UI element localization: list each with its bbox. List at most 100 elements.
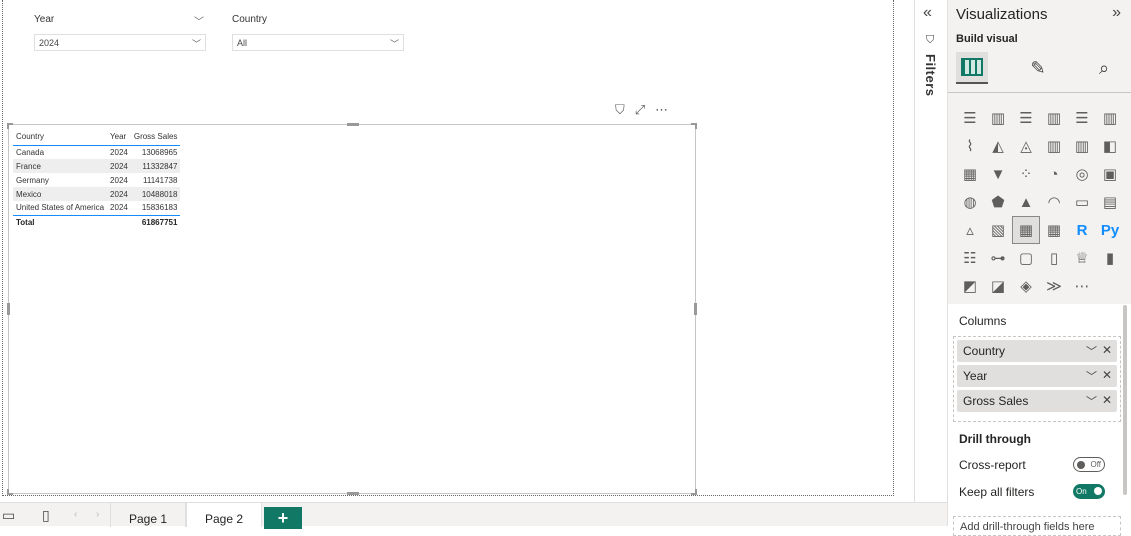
line-chart-icon[interactable]: ⌇ (956, 132, 984, 160)
arcgis-icon[interactable]: ≫ (1040, 272, 1068, 300)
column-header-year[interactable]: Year (107, 129, 131, 146)
column-header-country[interactable]: Country (13, 129, 108, 146)
100-column-icon[interactable]: ▥ (1096, 104, 1124, 132)
funnel-icon[interactable]: ▼ (984, 160, 1012, 188)
close-icon[interactable]: ✕ (1102, 393, 1112, 407)
resize-handle-top[interactable] (347, 123, 359, 126)
toggle-knob (1077, 461, 1085, 469)
azure-map-icon[interactable]: ▲ (1012, 188, 1040, 216)
key-influencers-icon[interactable]: ☷ (956, 244, 984, 272)
matrix-icon[interactable]: ▦ (1040, 216, 1068, 244)
resize-handle-left[interactable] (7, 303, 10, 315)
power-bi-icon[interactable]: ◈ (1012, 272, 1040, 300)
column-header-gross-sales[interactable]: Gross Sales (130, 129, 181, 146)
chevron-down-icon[interactable]: ﹀ (1086, 343, 1097, 359)
power-apps-icon[interactable]: ◩ (956, 272, 984, 300)
table-visual[interactable]: Country Year Gross Sales Canada 2024 130… (7, 123, 697, 495)
page-tab-page-1[interactable]: Page 1 (110, 503, 186, 527)
python-visual-icon[interactable]: Py (1096, 216, 1124, 244)
drill-through-well[interactable]: Add drill-through fields here (953, 516, 1121, 536)
chevron-down-icon: ﹀ (389, 39, 399, 49)
waterfall-icon[interactable]: ▦ (956, 160, 984, 188)
cross-report-toggle[interactable]: Off (1073, 457, 1105, 472)
stacked-area-icon[interactable]: ◬ (1012, 132, 1040, 160)
format-visual-tab[interactable]: ✎ (1022, 52, 1054, 84)
visual-mode-tabs: ✎ ⌕ (956, 52, 1126, 84)
more-options-icon[interactable]: ⋯ (655, 102, 668, 118)
paginated-report-icon[interactable]: ▮ (1096, 244, 1124, 272)
ribbon-chart-icon[interactable]: ◧ (1096, 132, 1124, 160)
map-icon[interactable]: ◍ (956, 188, 984, 216)
toggle-state: Off (1090, 460, 1101, 469)
field-pill-country[interactable]: Country ﹀ ✕ (957, 340, 1117, 362)
scatter-icon[interactable]: ⁘ (1012, 160, 1040, 188)
treemap-icon[interactable]: ▣ (1096, 160, 1124, 188)
stacked-column-icon[interactable]: ▥ (984, 104, 1012, 132)
filter-icon[interactable]: ⛉ (615, 102, 625, 118)
chevron-down-icon[interactable]: ﹀ (1086, 368, 1097, 384)
previous-page-icon[interactable]: ‹ (74, 509, 77, 520)
year-slicer-label: Year (34, 14, 55, 25)
analytics-tab[interactable]: ⌕ (1088, 52, 1120, 84)
columns-well[interactable]: Country ﹀ ✕ Year ﹀ ✕ Gross Sales ﹀ ✕ (953, 336, 1121, 422)
more-icon[interactable]: ⋯ (1068, 272, 1096, 300)
100-bar-icon[interactable]: ☰ (1068, 104, 1096, 132)
pie-icon[interactable]: ◔ (1040, 160, 1068, 188)
resize-handle-bottom-right[interactable] (691, 489, 697, 495)
filters-label[interactable]: Filters (923, 54, 938, 97)
resize-handle-right[interactable] (694, 303, 697, 315)
stacked-bar-icon[interactable]: ☰ (956, 104, 984, 132)
clustered-bar-icon[interactable]: ☰ (1012, 104, 1040, 132)
close-icon[interactable]: ✕ (1102, 343, 1112, 357)
cross-report-label: Cross-report (959, 458, 1026, 472)
resize-handle-top-right[interactable] (691, 123, 697, 129)
line-column-icon[interactable]: ▥ (1040, 132, 1068, 160)
year-slicer[interactable]: Year ﹀ 2024 ﹀ (34, 14, 206, 51)
clustered-column-icon[interactable]: ▥ (1040, 104, 1068, 132)
qa-icon[interactable]: ▢ (1012, 244, 1040, 272)
country-slicer-dropdown[interactable]: All ﹀ (232, 34, 404, 51)
build-visual-tab[interactable] (956, 52, 988, 84)
field-pill-gross-sales[interactable]: Gross Sales ﹀ ✕ (957, 390, 1117, 412)
card-icon[interactable]: ▭ (1068, 188, 1096, 216)
focus-mode-icon[interactable]: ⤢ (635, 102, 645, 118)
donut-icon[interactable]: ◎ (1068, 160, 1096, 188)
country-slicer[interactable]: Country All ﹀ (232, 14, 404, 51)
keep-all-filters-toggle[interactable]: On (1073, 484, 1105, 499)
country-slicer-header: Country (232, 14, 404, 30)
gauge-icon[interactable]: ◠ (1040, 188, 1068, 216)
r-visual-icon[interactable]: R (1068, 216, 1096, 244)
desktop-layout-icon[interactable]: ▭ (2, 507, 15, 524)
decomposition-tree-icon[interactable]: ⊶ (984, 244, 1012, 272)
year-slicer-dropdown[interactable]: 2024 ﹀ (34, 34, 206, 51)
expand-right-icon[interactable]: » (1112, 4, 1121, 22)
cell-year: 2024 (110, 203, 128, 213)
build-visual-label: Build visual (956, 33, 1018, 45)
page-tab-page-2[interactable]: Page 2 (186, 503, 262, 527)
filled-map-icon[interactable]: ⬟ (984, 188, 1012, 216)
chevron-down-icon[interactable]: ﹀ (194, 13, 204, 28)
resize-handle-bottom[interactable] (347, 492, 359, 495)
smart-narrative-icon[interactable]: ▯ (1040, 244, 1068, 272)
kpi-icon[interactable]: ▵ (956, 216, 984, 244)
next-page-icon[interactable]: › (96, 509, 99, 520)
multirow-card-icon[interactable]: ▤ (1096, 188, 1124, 216)
resize-handle-bottom-left[interactable] (7, 489, 13, 495)
analytics-magnifier-icon: ⌕ (1098, 57, 1110, 78)
mobile-layout-icon[interactable]: ▯ (42, 507, 50, 524)
line-clustered-icon[interactable]: ▥ (1068, 132, 1096, 160)
metrics-icon[interactable]: ♕ (1068, 244, 1096, 272)
pane-scrollbar[interactable] (1123, 305, 1127, 495)
chevron-down-icon[interactable]: ﹀ (1086, 393, 1097, 409)
field-pill-year[interactable]: Year ﹀ ✕ (957, 365, 1117, 387)
report-canvas[interactable]: Year ﹀ 2024 ﹀ Country All ﹀ ⛉ ⤢ ⋯ Countr… (2, 0, 894, 496)
visualizations-pane: Visualizations » Build visual ✎ ⌕ ☰ ▥ ☰ … (947, 0, 1131, 536)
power-automate-icon[interactable]: ◪ (984, 272, 1012, 300)
close-icon[interactable]: ✕ (1102, 368, 1112, 382)
collapse-left-icon[interactable]: « (923, 4, 932, 22)
table-icon[interactable]: ▦ (1012, 216, 1040, 244)
area-chart-icon[interactable]: ◭ (984, 132, 1012, 160)
slicer-icon[interactable]: ▧ (984, 216, 1012, 244)
filters-pane-collapsed[interactable]: « ⛉ Filters (914, 0, 946, 502)
data-table: Country Year Gross Sales Canada 2024 130… (13, 129, 181, 229)
